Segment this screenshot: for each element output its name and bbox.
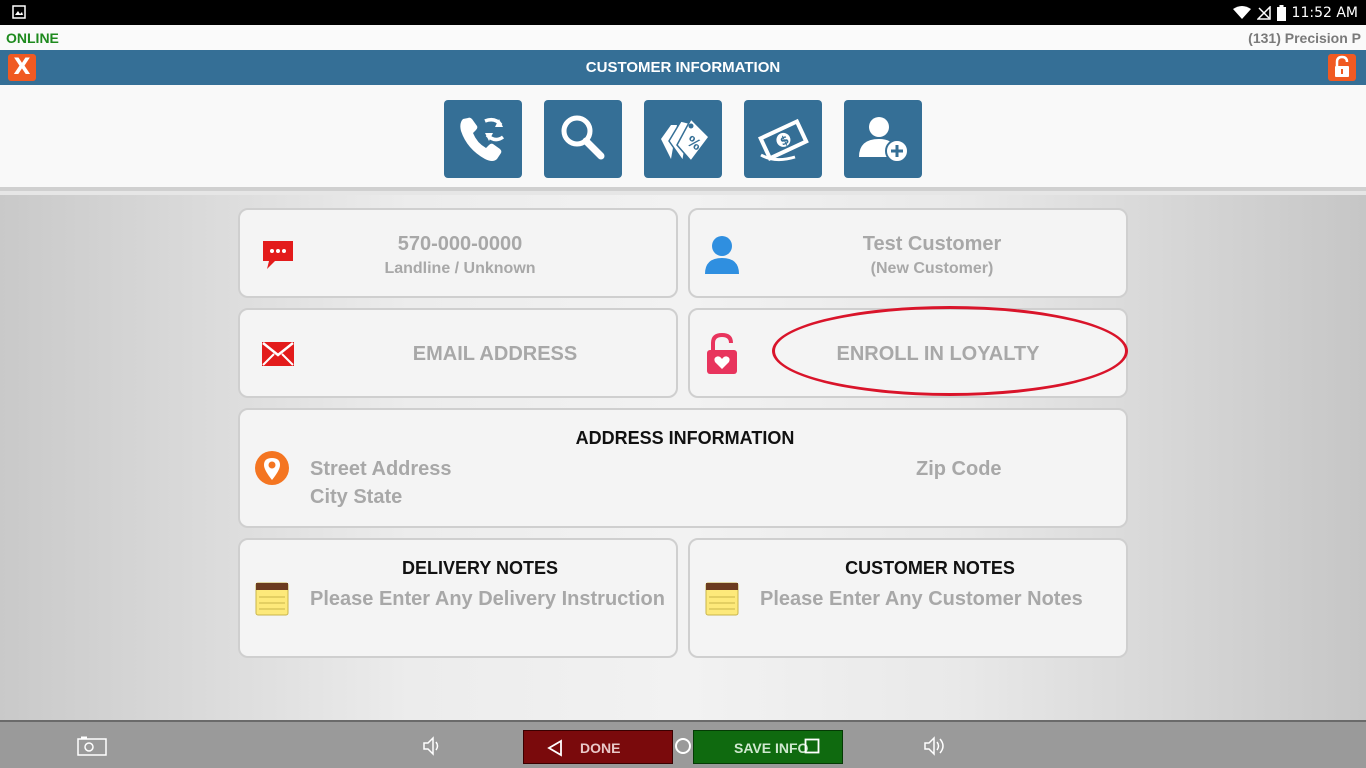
street-address-field: Street Address — [310, 458, 452, 480]
email-card[interactable]: EMAIL ADDRESS — [238, 308, 678, 398]
battery-icon — [1276, 4, 1286, 21]
lock-button[interactable] — [1328, 54, 1356, 81]
caller-id-icon — [460, 117, 505, 161]
clock: 11:52 AM — [1291, 4, 1358, 21]
search-customer-button[interactable] — [544, 100, 622, 178]
title-bar: X CUSTOMER INFORMATION — [0, 50, 1366, 85]
back-icon — [547, 739, 562, 757]
customer-notes-title: CUSTOMER NOTES — [845, 558, 1015, 578]
zip-code-field: Zip Code — [916, 458, 1002, 480]
discount-tags-icon: % — [661, 117, 710, 163]
android-status-bar: 11:52 AM — [0, 0, 1366, 25]
action-toolbar: % $ — [0, 85, 1366, 191]
discounts-button[interactable]: % — [644, 100, 722, 178]
customer-name: Test Customer — [862, 233, 1002, 255]
address-title: ADDRESS INFORMATION — [575, 428, 795, 448]
page-title: CUSTOMER INFORMATION — [585, 59, 781, 76]
search-icon — [561, 115, 605, 160]
customer-name-card[interactable]: Test Customer (New Customer) — [688, 208, 1128, 298]
save-info-label: SAVE INFO — [734, 740, 809, 756]
no-signal-icon — [1256, 5, 1271, 20]
image-notification-icon — [12, 5, 26, 19]
phone-type: Landline / Unknown — [384, 260, 536, 277]
add-customer-icon — [859, 117, 909, 163]
caller-id-button[interactable] — [444, 100, 522, 178]
phone-card[interactable]: 570-000-0000 Landline / Unknown — [238, 208, 678, 298]
delivery-notes-title: DELIVERY NOTES — [401, 558, 559, 578]
delivery-notes-field: Please Enter Any Delivery Instruction — [310, 588, 665, 610]
store-name: (131) Precision P — [1248, 30, 1361, 46]
delivery-notes-card[interactable]: DELIVERY NOTES Please Enter Any Delivery… — [238, 538, 678, 658]
loyalty-card[interactable]: ENROLL IN LOYALTY — [688, 308, 1128, 398]
customer-notes-card[interactable]: CUSTOMER NOTES Please Enter Any Customer… — [688, 538, 1128, 658]
email-field: EMAIL ADDRESS — [412, 343, 578, 365]
location-pin-icon — [255, 451, 289, 485]
done-button[interactable]: DONE — [523, 730, 673, 764]
done-label: DONE — [580, 740, 621, 756]
customer-notes-field: Please Enter Any Customer Notes — [760, 588, 1083, 610]
notepad-icon — [705, 582, 739, 616]
city-state-field: City State — [310, 486, 403, 508]
volume-down-icon[interactable] — [421, 735, 443, 757]
payment-button[interactable]: $ — [744, 100, 822, 178]
cash-icon: $ — [757, 118, 809, 162]
address-card[interactable]: ADDRESS INFORMATION Street Address City … — [238, 408, 1128, 528]
save-info-button[interactable]: SAVE INFO — [693, 730, 843, 764]
customer-status: (New Customer) — [870, 260, 994, 277]
phone-number: 570-000-0000 — [397, 233, 523, 255]
unlock-icon — [1335, 55, 1349, 77]
wifi-icon — [1232, 5, 1251, 19]
recents-icon — [804, 738, 820, 754]
volume-up-icon[interactable] — [922, 735, 948, 757]
screenshot-icon[interactable] — [77, 736, 107, 756]
notepad-icon — [255, 582, 289, 616]
home-icon[interactable] — [675, 738, 691, 754]
add-customer-button[interactable] — [844, 100, 922, 178]
connection-bar: ONLINE (131) Precision P — [0, 25, 1366, 50]
android-nav-bar: DONE SAVE INFO — [0, 720, 1366, 768]
enroll-loyalty-label: ENROLL IN LOYALTY — [836, 343, 1040, 365]
online-status: ONLINE — [6, 30, 59, 46]
